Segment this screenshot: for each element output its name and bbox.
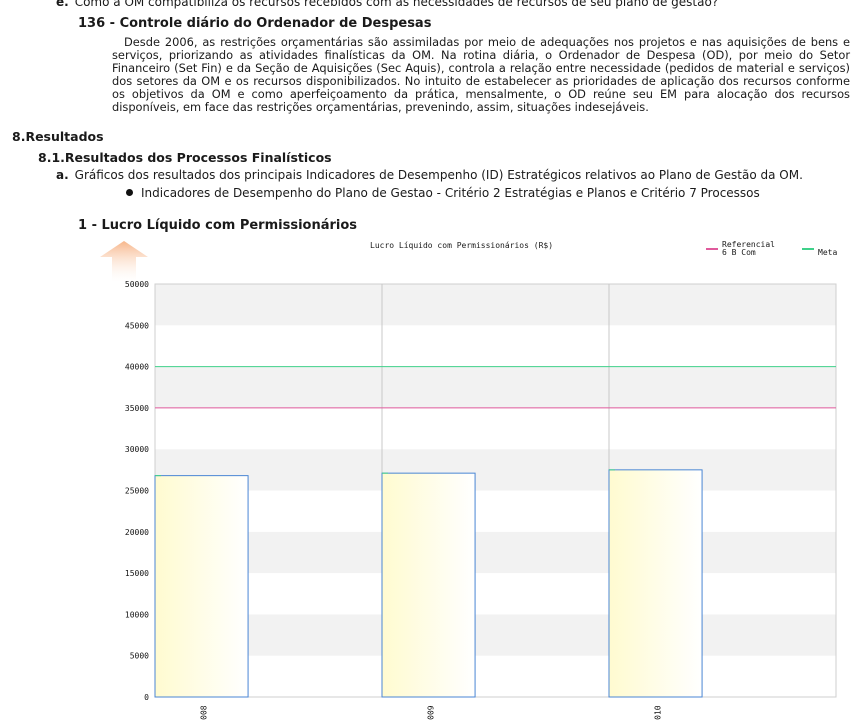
- plot-band: [155, 531, 836, 574]
- y-tick-label: 25000: [125, 487, 149, 496]
- plot-band: [155, 655, 836, 697]
- plot-band: [155, 449, 836, 491]
- y-tick-label: 35000: [125, 404, 149, 413]
- y-tick-label: 10000: [125, 610, 149, 619]
- bar-chart: 0 5000 10000 15000 20000 25000 30000 35000 40000…: [125, 280, 837, 720]
- bar-2009: [381, 472, 476, 698]
- y-tick-label: 30000: [125, 445, 149, 454]
- plot-band: [155, 573, 836, 615]
- x-tick-label: 2010: [654, 705, 663, 720]
- y-tick-label: 40000: [125, 363, 149, 372]
- y-tick-label: 5000: [130, 652, 149, 661]
- plot-band: [155, 284, 836, 326]
- plot-band: [155, 366, 836, 408]
- y-tick-label: 0: [144, 693, 149, 702]
- plot-band: [155, 490, 836, 532]
- y-tick-label: 50000: [125, 280, 149, 289]
- plot-band: [155, 614, 836, 656]
- x-tick-label: 2008: [200, 705, 209, 720]
- plot-band: [155, 407, 836, 450]
- x-tick-label: 2009: [427, 705, 436, 720]
- y-tick-label: 15000: [125, 569, 149, 578]
- plot-band: [155, 325, 836, 367]
- y-tick-label: 20000: [125, 528, 149, 537]
- y-tick-label: 45000: [125, 321, 149, 330]
- bar-2008: [154, 475, 249, 698]
- bar-2010: [608, 469, 703, 698]
